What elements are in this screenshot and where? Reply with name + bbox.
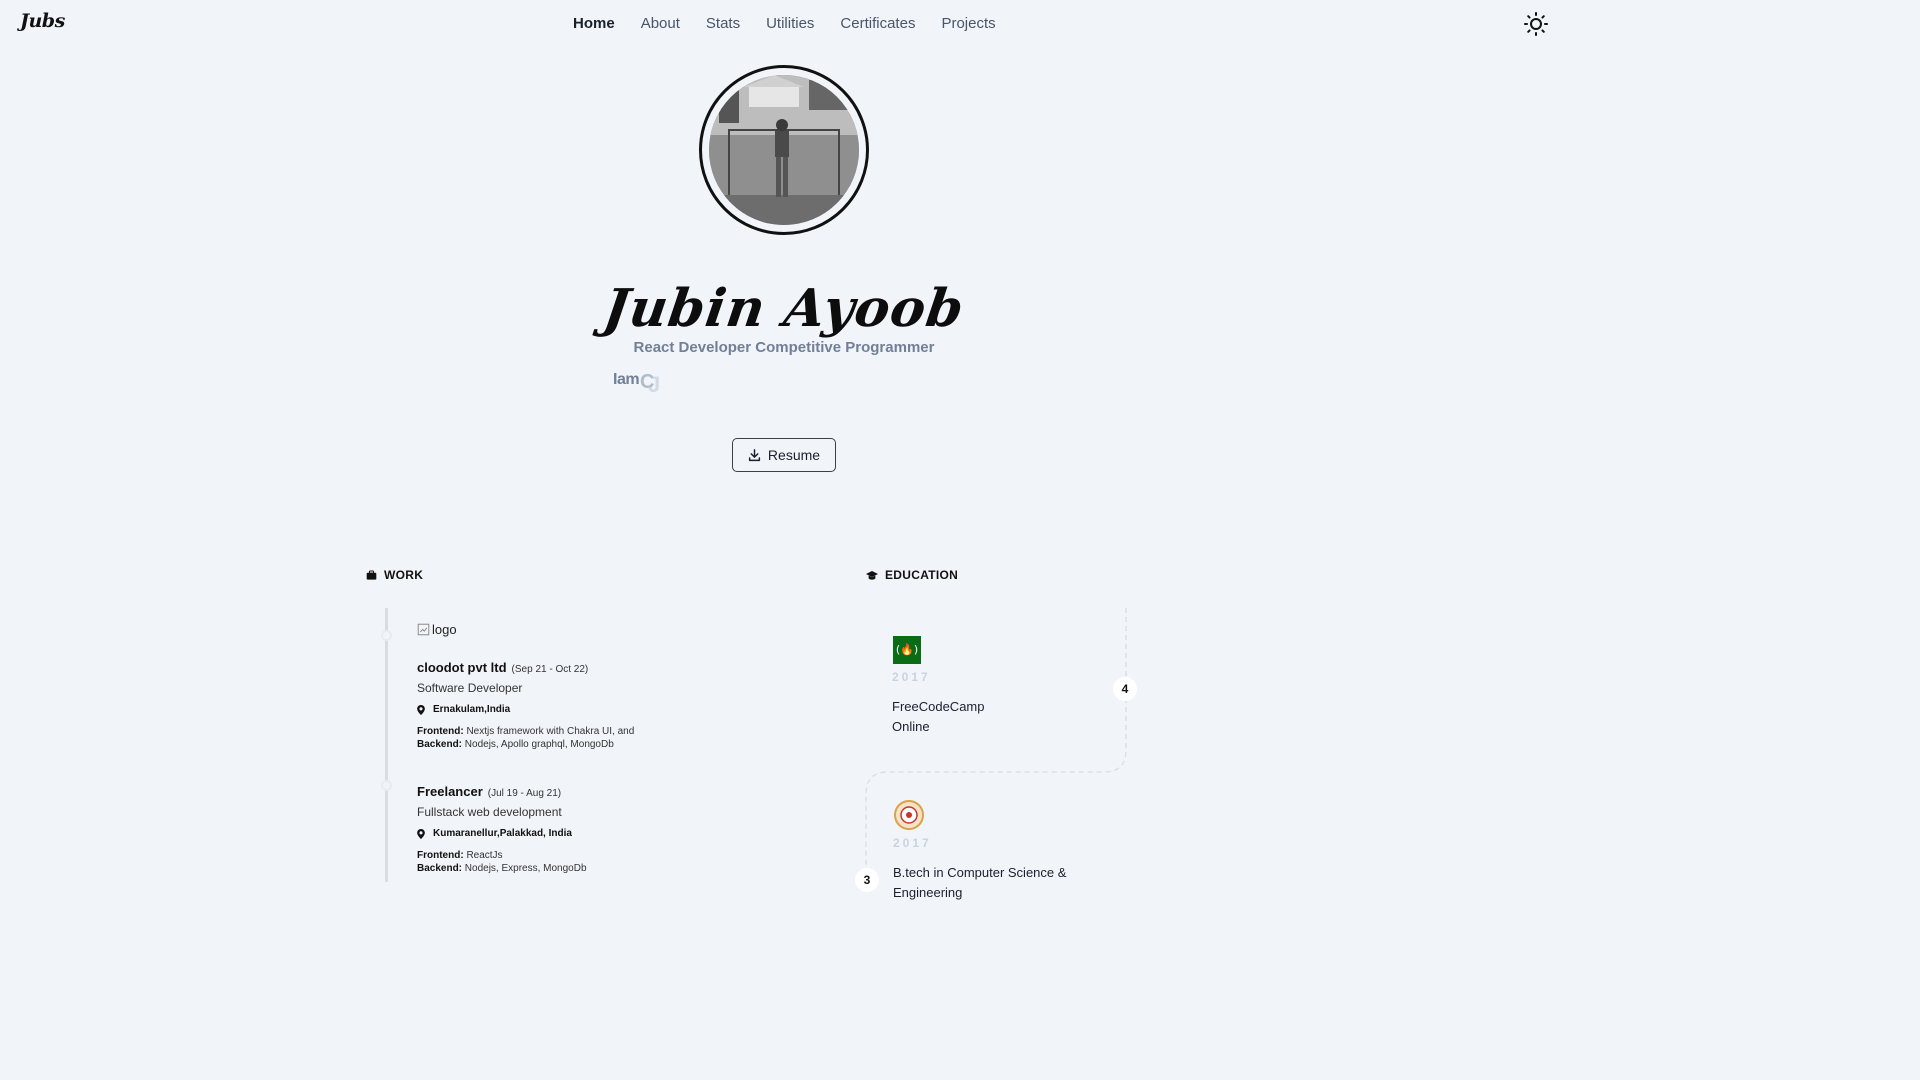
work-heading: WORK <box>366 568 423 582</box>
backend-value: Nodejs, Apollo graphql, MongoDb <box>464 739 614 750</box>
education-title-line: B.tech in Computer Science & <box>893 865 1067 880</box>
location-pin-icon <box>417 704 425 715</box>
education-heading-label: EDUCATION <box>885 568 959 582</box>
education-title: B.tech in Computer Science & Engineering <box>893 863 1066 903</box>
backend-value: Nodejs, Express, MongoDb <box>464 863 587 874</box>
job-role: Fullstack web development <box>417 805 562 819</box>
job-dates: (Sep 21 - Oct 22) <box>511 664 589 675</box>
freecodecamp-logo: (🔥) <box>893 636 921 664</box>
site-logo[interactable]: Jubs <box>20 10 65 32</box>
education-title-line: Engineering <box>893 885 963 900</box>
education-step-badge: 3 <box>855 868 879 892</box>
profile-avatar-ring <box>699 65 869 235</box>
job-stack: Frontend: ReactJs Backend: Nodejs, Expre… <box>417 849 587 875</box>
svg-text:J: J <box>648 372 660 396</box>
company-logo-broken-image: logo <box>417 622 457 637</box>
frontend-value: ReactJs <box>466 850 503 861</box>
work-entry-cloodot: cloodot pvt ltd (Sep 21 - Oct 22) Softwar… <box>417 659 634 751</box>
nav-link-home[interactable]: Home <box>573 15 615 32</box>
job-location: Kumaranellur,Palakkad, India <box>417 828 587 839</box>
education-title-line: Online <box>892 719 930 734</box>
location-pin-icon <box>417 828 425 839</box>
broken-image-icon <box>417 623 430 636</box>
work-heading-label: WORK <box>384 568 424 582</box>
graduation-cap-icon <box>866 570 878 580</box>
work-timeline-line <box>385 608 388 882</box>
job-location-text: Kumaranellur,Palakkad, India <box>433 828 572 839</box>
university-seal-logo <box>894 800 924 830</box>
job-stack: Frontend: Nextjs framework with Chakra U… <box>417 725 634 751</box>
backend-label: Backend: <box>417 863 463 874</box>
frontend-label: Frontend: <box>417 726 464 737</box>
education-item-btech: 2017 B.tech in Computer Science & Engine… <box>893 800 1066 903</box>
svg-text:(🔥): (🔥) <box>896 643 918 656</box>
theme-toggle-button[interactable] <box>1524 12 1548 36</box>
frontend-label: Frontend: <box>417 850 464 861</box>
work-entry-freelancer: Freelancer (Jul 19 - Aug 21) Fullstack we… <box>417 783 587 875</box>
education-item-freecodecamp: (🔥) 2017 FreeCodeCamp Online <box>892 636 985 737</box>
briefcase-icon <box>366 570 377 580</box>
nav-links: Home About Stats Utilities Certificates … <box>573 15 1022 32</box>
frontend-value: Nextjs framework with Chakra UI, and <box>466 726 635 737</box>
nav-link-projects[interactable]: Projects <box>941 15 995 32</box>
education-step-badge: 4 <box>1113 677 1137 701</box>
job-dates: (Jul 19 - Aug 21) <box>487 788 562 799</box>
work-timeline-dot <box>381 630 392 641</box>
job-location: Ernakulam,India <box>417 704 634 715</box>
typing-cursor-glyph: C J <box>640 371 660 396</box>
logo-alt-text: logo <box>432 622 457 637</box>
download-icon <box>748 448 761 461</box>
company-name: cloodot pvt ltd <box>417 660 507 675</box>
education-title-line: FreeCodeCamp <box>892 699 985 714</box>
nav-link-certificates[interactable]: Certificates <box>840 15 915 32</box>
profile-photo <box>709 75 859 225</box>
nav-link-utilities[interactable]: Utilities <box>766 15 814 32</box>
education-year: 2017 <box>893 836 932 850</box>
top-nav: Jubs Home About Stats Utilities Certific… <box>0 0 1568 48</box>
hero-tagline: React Developer Competitive Programmer <box>633 339 935 356</box>
nav-link-stats[interactable]: Stats <box>706 15 740 32</box>
resume-label: Resume <box>767 447 821 463</box>
backend-label: Backend: <box>417 739 463 750</box>
work-timeline-dot <box>381 780 392 791</box>
education-heading: EDUCATION <box>866 568 958 582</box>
hero-name: Jubin Ayoob <box>599 278 969 339</box>
resume-download-button[interactable]: Resume <box>732 438 836 472</box>
job-role: Software Developer <box>417 681 523 695</box>
nav-link-about[interactable]: About <box>641 15 680 32</box>
sun-icon <box>1524 12 1548 36</box>
company-name: Freelancer <box>417 784 483 799</box>
typing-text: Iam <box>613 371 640 388</box>
education-title: FreeCodeCamp Online <box>892 697 985 737</box>
education-year: 2017 <box>892 670 931 684</box>
job-location-text: Ernakulam,India <box>433 704 511 715</box>
